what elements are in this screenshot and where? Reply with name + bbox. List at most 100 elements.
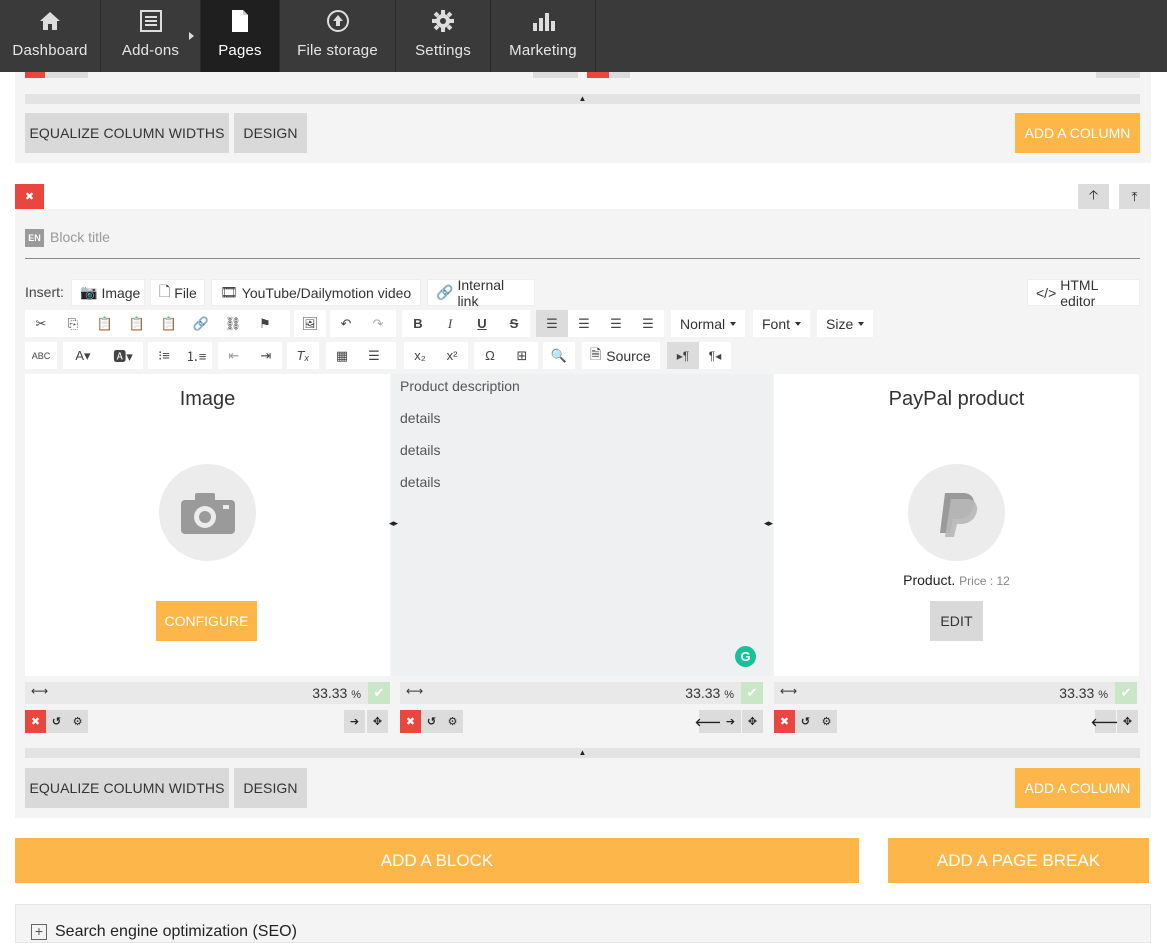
nav-marketing[interactable]: Marketing xyxy=(491,0,596,72)
strikethrough-icon[interactable]: S xyxy=(498,310,530,337)
equalize-widths-button[interactable]: EQUALIZE COLUMN WIDTHS xyxy=(25,768,229,808)
delete-column-icon[interactable]: ✖ xyxy=(400,710,421,733)
text-color-icon[interactable]: A▾ xyxy=(63,342,103,369)
anchor-flag-icon[interactable]: ⚑ xyxy=(249,310,281,337)
align-left-icon[interactable]: ☰ xyxy=(536,310,568,337)
move-icon[interactable]: ✥ xyxy=(367,710,388,733)
iframe-icon[interactable]: ⊞ xyxy=(506,342,538,369)
column-paypal[interactable]: PayPal product Product. Price : 12 EDIT xyxy=(774,374,1139,676)
prev-delete-button-stub[interactable] xyxy=(25,72,45,78)
align-justify-icon[interactable]: ☰ xyxy=(632,310,664,337)
numbered-list-icon[interactable]: ⒈≡ xyxy=(180,342,212,369)
reset-icon[interactable]: ↺ xyxy=(46,710,67,733)
source-button[interactable]: 🗎 Source xyxy=(582,342,660,369)
insert-internal-link-button[interactable]: 🔗 Internal link xyxy=(427,277,535,309)
delete-column-icon[interactable]: ✖ xyxy=(774,710,795,733)
bold-icon[interactable]: B xyxy=(402,310,434,337)
prev-ctl-stub-2[interactable] xyxy=(533,72,578,78)
ltr-icon[interactable]: ▸¶ xyxy=(667,342,699,369)
gear-icon[interactable]: ⚙ xyxy=(442,710,463,733)
outdent-icon[interactable]: ⇤ xyxy=(218,342,250,369)
size-dropdown[interactable]: Size xyxy=(817,310,874,337)
column-width-value[interactable]: 33.33 % xyxy=(312,685,361,701)
move-left-icon[interactable]: 🡐 xyxy=(695,710,724,733)
unlink-icon[interactable]: ⛓ xyxy=(217,310,249,337)
html-editor-button[interactable]: </> HTML editor xyxy=(1027,277,1140,309)
gear-icon[interactable]: ⚙ xyxy=(67,710,88,733)
link-icon[interactable]: 🔗 xyxy=(185,310,217,337)
nav-addons[interactable]: Add-ons xyxy=(101,0,201,72)
reset-icon[interactable]: ↺ xyxy=(421,710,442,733)
background-color-icon[interactable]: 🅰▾ xyxy=(103,342,143,369)
block-title-input[interactable]: Block title xyxy=(50,229,110,245)
delete-block-button[interactable]: ✖ xyxy=(15,184,44,209)
prev-ctl-stub[interactable] xyxy=(45,72,88,78)
paste-text-icon[interactable]: 📋 xyxy=(121,310,153,337)
nav-settings[interactable]: Settings xyxy=(396,0,491,72)
font-dropdown[interactable]: Font xyxy=(753,310,811,337)
superscript-icon[interactable]: x² xyxy=(436,342,468,369)
seo-section[interactable]: + Search engine optimization (SEO) xyxy=(15,904,1151,943)
expand-icon[interactable]: + xyxy=(31,924,47,940)
grammarly-icon[interactable]: G xyxy=(735,646,756,667)
equalize-widths-button[interactable]: EQUALIZE COLUMN WIDTHS xyxy=(25,113,229,153)
move-icon[interactable]: ✥ xyxy=(1117,710,1138,733)
check-icon[interactable]: ✔ xyxy=(741,682,763,704)
insert-image-button[interactable]: 📷 Image xyxy=(71,279,145,306)
move-up-button[interactable]: 🡡 xyxy=(1078,184,1109,209)
prev-ctl-stub-4[interactable] xyxy=(1096,72,1140,78)
insert-video-button[interactable]: 🎞 YouTube/Dailymotion video xyxy=(211,279,421,306)
column-description[interactable]: Product description details details deta… xyxy=(391,374,773,676)
add-column-button[interactable]: ADD A COLUMN xyxy=(1015,113,1140,153)
nav-dashboard[interactable]: Dashboard xyxy=(0,0,101,72)
subscript-icon[interactable]: x₂ xyxy=(404,342,436,369)
row-height-handle[interactable]: ▲ xyxy=(25,94,1140,104)
copy-icon[interactable]: ⎘ xyxy=(57,310,89,337)
add-column-button[interactable]: ADD A COLUMN xyxy=(1015,768,1140,808)
reset-icon[interactable]: ↺ xyxy=(795,710,816,733)
image-icon[interactable]: 🖼 xyxy=(294,310,326,337)
nav-file-storage[interactable]: File storage xyxy=(280,0,396,72)
prev-ctl-stub-3[interactable] xyxy=(609,72,630,78)
design-button[interactable]: DESIGN xyxy=(234,768,307,808)
edit-button[interactable]: EDIT xyxy=(930,601,983,641)
configure-button[interactable]: CONFIGURE xyxy=(156,601,257,641)
indent-icon[interactable]: ⇥ xyxy=(250,342,282,369)
column-divider-handle[interactable]: ◂▸ xyxy=(389,518,398,529)
table-icon[interactable]: ▦ xyxy=(326,342,358,369)
column-width-value[interactable]: 33.33 % xyxy=(685,685,734,701)
row-height-handle[interactable]: ▲ xyxy=(25,748,1140,758)
nav-pages[interactable]: Pages xyxy=(201,0,280,72)
design-button[interactable]: DESIGN xyxy=(234,113,307,153)
format-dropdown[interactable]: Normal xyxy=(671,310,746,337)
move-right-icon[interactable]: ➔ xyxy=(720,710,741,733)
move-icon[interactable]: ✥ xyxy=(742,710,763,733)
paste-word-icon[interactable]: 📋 xyxy=(153,310,185,337)
gear-icon[interactable]: ⚙ xyxy=(816,710,837,733)
insert-file-button[interactable]: 🗋 File xyxy=(150,279,205,306)
preview-icon[interactable]: 🔍 xyxy=(543,342,575,369)
add-page-break-button[interactable]: ADD A PAGE BREAK xyxy=(888,838,1149,883)
move-right-icon[interactable]: ➔ xyxy=(344,710,365,733)
undo-icon[interactable]: ↶ xyxy=(330,310,362,337)
italic-icon[interactable]: I xyxy=(434,310,466,337)
cut-icon[interactable]: ✂ xyxy=(25,310,57,337)
delete-column-icon[interactable]: ✖ xyxy=(25,710,46,733)
column-divider-handle[interactable]: ◂▸ xyxy=(764,518,773,529)
rtl-icon[interactable]: ¶◂ xyxy=(699,342,731,369)
paste-icon[interactable]: 📋 xyxy=(89,310,121,337)
special-char-icon[interactable]: Ω xyxy=(474,342,506,369)
spellcheck-icon[interactable]: ABC xyxy=(25,342,57,369)
check-icon[interactable]: ✔ xyxy=(1115,682,1137,704)
add-block-button[interactable]: ADD A BLOCK xyxy=(15,838,859,883)
move-top-button[interactable]: ⤒ xyxy=(1119,184,1150,209)
remove-format-icon[interactable]: Tₓ xyxy=(287,342,319,369)
align-center-icon[interactable]: ☰ xyxy=(568,310,600,337)
bulleted-list-icon[interactable]: ⁝≡ xyxy=(148,342,180,369)
redo-icon[interactable]: ↷ xyxy=(362,310,394,337)
move-left-icon[interactable]: 🡐 xyxy=(1091,710,1120,733)
align-right-icon[interactable]: ☰ xyxy=(600,310,632,337)
column-image[interactable]: Image CONFIGURE xyxy=(25,374,390,676)
column-width-value[interactable]: 33.33 % xyxy=(1059,685,1108,701)
check-icon[interactable]: ✔ xyxy=(368,682,390,704)
